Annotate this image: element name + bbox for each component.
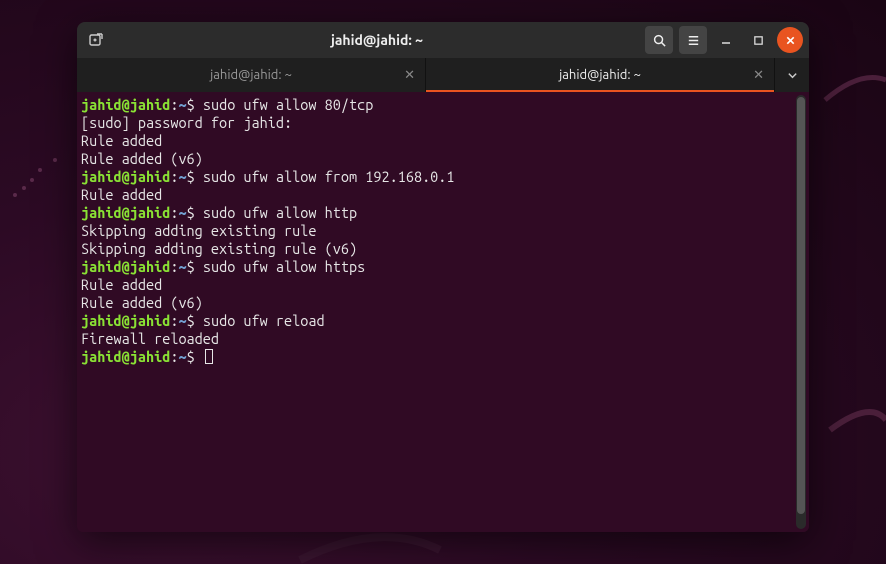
chevron-down-icon <box>787 70 798 81</box>
minimize-button[interactable] <box>713 27 739 53</box>
search-icon <box>652 33 667 48</box>
tab-close-button[interactable]: ✕ <box>753 68 764 83</box>
search-button[interactable] <box>645 26 673 54</box>
scrollbar-thumb[interactable] <box>797 97 805 514</box>
tab-label: jahid@jahid: ~ <box>559 68 641 82</box>
tab-label: jahid@jahid: ~ <box>210 68 292 82</box>
tab-bar: jahid@jahid: ~ ✕ jahid@jahid: ~ ✕ <box>77 58 809 92</box>
tab-overflow-button[interactable] <box>775 58 809 92</box>
window-title: jahid@jahid: ~ <box>115 32 639 48</box>
titlebar: jahid@jahid: ~ <box>77 22 809 58</box>
scrollbar[interactable] <box>796 95 806 529</box>
minimize-icon <box>720 34 732 46</box>
terminal-output[interactable]: jahid@jahid:~$ sudo ufw allow 80/tcp [su… <box>77 92 796 532</box>
menu-button[interactable] <box>679 26 707 54</box>
maximize-icon <box>753 35 764 46</box>
close-icon <box>785 35 796 46</box>
terminal-window: jahid@jahid: ~ jahid@jahid: ~ ✕ jah <box>77 22 809 532</box>
maximize-button[interactable] <box>745 27 771 53</box>
hamburger-icon <box>686 33 701 48</box>
new-tab-button[interactable] <box>83 27 109 53</box>
close-button[interactable] <box>777 27 803 53</box>
tab-close-button[interactable]: ✕ <box>404 68 415 83</box>
tab-1[interactable]: jahid@jahid: ~ ✕ <box>77 58 426 92</box>
tab-2[interactable]: jahid@jahid: ~ ✕ <box>426 58 775 92</box>
